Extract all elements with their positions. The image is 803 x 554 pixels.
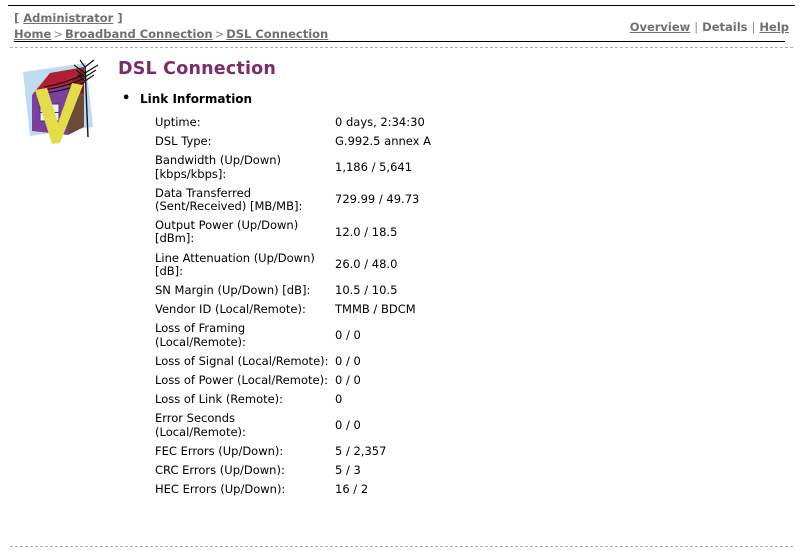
- table-row: CRC Errors (Up/Down): 5 / 3: [155, 461, 431, 480]
- row-label: Loss of Power (Local/Remote):: [155, 373, 328, 388]
- nav-link-details: Details: [702, 20, 748, 34]
- row-label: Data Transferred (Sent/Received) [MB/MB]…: [155, 185, 303, 214]
- breadcrumb-item-home[interactable]: Home: [14, 27, 51, 41]
- row-value: 0 days, 2:34:30: [335, 115, 425, 129]
- house-antenna-logo: [14, 57, 102, 147]
- row-value: 26.0 / 48.0: [335, 257, 398, 272]
- row-value: TMMB / BDCM: [335, 302, 416, 317]
- row-value: 5 / 2,357: [335, 443, 387, 458]
- row-value: 0 / 0: [335, 418, 361, 433]
- row-value: 16 / 2: [335, 482, 369, 497]
- row-label: Loss of Link (Remote):: [155, 392, 284, 407]
- table-row: Loss of Framing (Local/Remote): 0 / 0: [155, 319, 431, 351]
- row-label: FEC Errors (Up/Down):: [155, 443, 284, 458]
- page-title: DSL Connection: [118, 59, 277, 79]
- section-heading-link-information: • Link Information: [122, 92, 253, 107]
- header-nav-links: Overview | Details | Help: [630, 20, 789, 34]
- administrator-indicator: [ Administrator ]: [14, 11, 123, 25]
- nav-separator: |: [751, 20, 756, 34]
- table-row: Data Transferred (Sent/Received) [MB/MB]…: [155, 184, 431, 216]
- admin-bracket-open: [: [14, 11, 20, 25]
- row-label: Error Seconds (Local/Remote):: [155, 411, 246, 439]
- header-divider: [14, 41, 785, 42]
- row-label: SN Margin (Up/Down) [dB]:: [155, 283, 311, 298]
- content-bottom-dashed-divider: [10, 546, 793, 547]
- row-label: HEC Errors (Up/Down):: [155, 482, 286, 497]
- content-top-dashed-divider: [10, 47, 793, 48]
- table-row: FEC Errors (Up/Down): 5 / 2,357: [155, 442, 431, 461]
- row-value: 0 / 0: [335, 328, 361, 343]
- row-value: 0: [335, 392, 343, 407]
- row-value: 0 / 0: [335, 373, 361, 388]
- row-value: 729.99 / 49.73: [335, 192, 420, 207]
- breadcrumb-item-dsl-connection[interactable]: DSL Connection: [226, 27, 328, 41]
- row-value: 0 / 0: [335, 353, 361, 368]
- table-row: Output Power (Up/Down) [dBm]: 12.0 / 18.…: [155, 216, 431, 248]
- nav-link-overview[interactable]: Overview: [630, 20, 691, 34]
- row-label: Uptime:: [155, 115, 201, 129]
- breadcrumb: Home > Broadband Connection > DSL Connection: [14, 27, 328, 41]
- main-content: DSL Connection • Link Information Uptime…: [0, 52, 803, 542]
- table-row: Uptime: 0 days, 2:34:30: [155, 113, 431, 132]
- table-row: Error Seconds (Local/Remote): 0 / 0: [155, 409, 431, 441]
- link-information-table: Uptime: 0 days, 2:34:30 DSL Type: G.992.…: [155, 113, 431, 499]
- nav-separator: |: [694, 20, 699, 34]
- row-label: Line Attenuation (Up/Down) [dB]:: [155, 250, 315, 278]
- table-row: SN Margin (Up/Down) [dB]: 10.5 / 10.5: [155, 281, 431, 300]
- table-row: HEC Errors (Up/Down): 16 / 2: [155, 480, 431, 499]
- row-value: 1,186 / 5,641: [335, 160, 413, 174]
- table-row: DSL Type: G.992.5 annex A: [155, 132, 431, 151]
- admin-bracket-close: ]: [117, 11, 123, 25]
- row-value: 12.0 / 18.5: [335, 224, 398, 239]
- table-row: Line Attenuation (Up/Down) [dB]: 26.0 / …: [155, 249, 431, 281]
- page-header: [ Administrator ] Home > Broadband Connect…: [0, 8, 803, 42]
- bullet-icon: •: [122, 91, 131, 106]
- row-label: Loss of Framing (Local/Remote):: [155, 321, 246, 349]
- row-value: 5 / 3: [335, 463, 361, 478]
- table-row: Loss of Link (Remote): 0: [155, 390, 431, 409]
- row-value: G.992.5 annex A: [335, 134, 431, 149]
- breadcrumb-separator: >: [214, 27, 225, 41]
- administrator-link[interactable]: Administrator: [23, 11, 113, 25]
- table-row: Bandwidth (Up/Down) [kbps/kbps]: 1,186 /…: [155, 151, 431, 183]
- table-row: Loss of Signal (Local/Remote): 0 / 0: [155, 352, 431, 371]
- row-label: CRC Errors (Up/Down):: [155, 463, 285, 478]
- section-heading-label: Link Information: [140, 92, 253, 106]
- row-label: Output Power (Up/Down) [dBm]:: [155, 218, 299, 246]
- nav-link-help[interactable]: Help: [759, 20, 789, 34]
- row-label: DSL Type:: [155, 134, 212, 149]
- breadcrumb-item-broadband-connection[interactable]: Broadband Connection: [65, 27, 213, 41]
- table-row: Loss of Power (Local/Remote): 0 / 0: [155, 371, 431, 390]
- row-label: Loss of Signal (Local/Remote):: [155, 353, 329, 368]
- row-value: 10.5 / 10.5: [335, 283, 398, 298]
- row-label: Vendor ID (Local/Remote):: [155, 302, 306, 317]
- table-row: Vendor ID (Local/Remote): TMMB / BDCM: [155, 300, 431, 319]
- link-information-table-body: Uptime: 0 days, 2:34:30 DSL Type: G.992.…: [155, 113, 431, 499]
- top-divider: [8, 5, 795, 6]
- breadcrumb-separator: >: [53, 27, 63, 41]
- row-label: Bandwidth (Up/Down) [kbps/kbps]:: [155, 153, 282, 181]
